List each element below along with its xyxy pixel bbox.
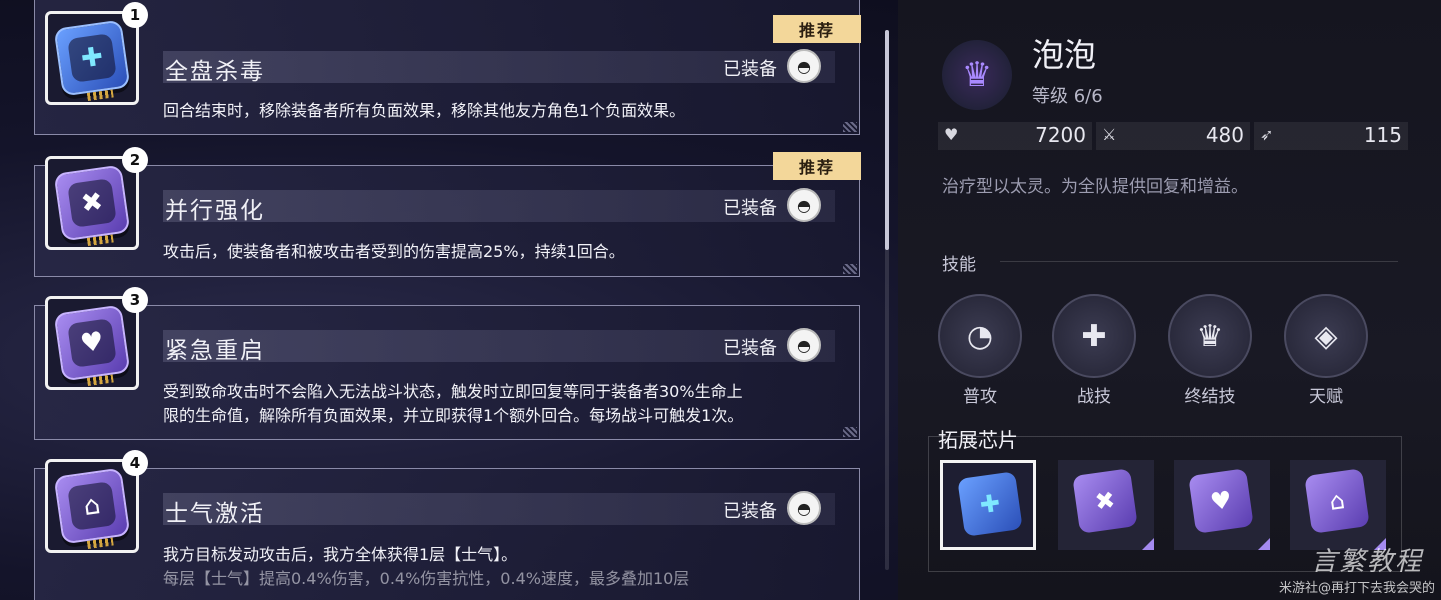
character-level: 等级 6/6	[1032, 86, 1103, 107]
chip-list-panel[interactable]: 推荐 1 ✚ 全盘杀毒 已装备 ◓ 回合结束时，移除装备者所有负面效果，移除其他…	[0, 0, 880, 600]
normal-attack-icon: ◔	[938, 294, 1022, 378]
chip-icon-frame: 4 ⌂	[45, 450, 148, 553]
shield-cross-icon: ✚	[67, 33, 117, 83]
chip-icon: ♥	[53, 304, 131, 386]
equipped-chip-slot-1[interactable]: ✚	[940, 460, 1036, 550]
equipped-chip-slot-3[interactable]: ♥	[1174, 460, 1270, 550]
chip-name: 并行强化	[165, 198, 265, 224]
chip-icon-frame: 1 ✚	[45, 2, 148, 105]
skill-battle[interactable]: ✚ 战技	[1052, 294, 1136, 407]
heart-cross-icon: ♥	[67, 318, 117, 368]
sword-icon: ⚔	[1102, 125, 1117, 144]
stat-attack: ⚔ 480	[1096, 122, 1250, 150]
chip-description: 回合结束时，移除装备者所有负面效果，移除其他友方角色1个负面效果。	[163, 101, 686, 120]
heart-cross-icon: ✚	[1052, 294, 1136, 378]
chip-card-4[interactable]: 4 ⌂ 士气激活 已装备 ◓ 我方目标发动攻击后，我方全体获得1层【士气】。 每…	[34, 450, 860, 600]
equipped-chip-slot-4[interactable]: ⌂	[1290, 460, 1386, 550]
skill-talent[interactable]: ◈ 天赋	[1284, 294, 1368, 407]
chip-pins	[86, 234, 114, 246]
chip-card-1[interactable]: 推荐 1 ✚ 全盘杀毒 已装备 ◓ 回合结束时，移除装备者所有负面效果，移除其他…	[34, 0, 861, 135]
stat-speed: ➶ 115	[1254, 122, 1408, 150]
equipped-character-icon[interactable]: ◓	[787, 188, 821, 222]
equipped-status: 已装备	[723, 59, 777, 80]
stat-value: 480	[1205, 123, 1244, 147]
chip-pins	[86, 89, 114, 101]
shield-cross-icon: ✚	[957, 471, 1023, 537]
equipped-status: 已装备	[723, 501, 777, 522]
chip-number-badge: 3	[122, 287, 148, 313]
chip-icon: ✖	[53, 164, 131, 246]
character-stats: ♥ 7200 ⚔ 480 ➶ 115	[938, 122, 1408, 150]
chip-icon-frame: 2 ✖	[45, 147, 148, 250]
stat-value: 115	[1363, 123, 1402, 147]
chip-description: 攻击后，使装备者和被攻击者受到的伤害提高25%，持续1回合。	[163, 242, 625, 261]
skill-ultimate[interactable]: ♛ 终结技	[1168, 294, 1252, 407]
ultimate-crown-icon: ♛	[1168, 294, 1252, 378]
chip-icon: ⌂	[53, 467, 131, 549]
slot-corner-marker	[1258, 538, 1270, 550]
morale-house-icon: ⌂	[67, 481, 117, 531]
scrollbar-thumb[interactable]	[885, 30, 889, 250]
chip-name: 全盘杀毒	[165, 59, 265, 85]
stat-hp: ♥ 7200	[938, 122, 1092, 150]
recommend-badge: 推荐	[773, 152, 861, 180]
chip-name-bar: 全盘杀毒 已装备 ◓	[163, 49, 835, 85]
equipped-chip-slot-2[interactable]: ✖	[1058, 460, 1154, 550]
chip-name-bar: 士气激活 已装备 ◓	[163, 491, 835, 527]
equipped-character-icon[interactable]: ◓	[787, 328, 821, 362]
chip-name: 紧急重启	[165, 338, 265, 364]
section-divider	[1000, 261, 1398, 262]
chip-icon: ✚	[53, 19, 131, 101]
watermark-logo-text: 言繁教程	[1310, 547, 1423, 577]
boot-icon: ➶	[1260, 125, 1274, 144]
slot-corner-marker	[1142, 538, 1154, 550]
chip-card-3[interactable]: 3 ♥ 紧急重启 已装备 ◓ 受到致命攻击时不会陷入无法战斗状态，触发时立即回复…	[34, 287, 860, 440]
chip-icon-frame: 3 ♥	[45, 287, 148, 390]
skill-normal-attack[interactable]: ◔ 普攻	[938, 294, 1022, 407]
crossed-swords-icon: ✖	[1072, 468, 1138, 534]
character-emblem-icon: ♛	[942, 40, 1012, 110]
equipped-character-icon[interactable]: ◓	[787, 49, 821, 83]
heart-icon: ♥	[944, 125, 959, 144]
watermark-credit: 米游社@再打下去我会哭的	[1278, 581, 1435, 596]
chip-name-bar: 并行强化 已装备 ◓	[163, 188, 835, 224]
expansion-chips-title: 拓展芯片	[938, 428, 1018, 452]
talent-icon: ◈	[1284, 294, 1368, 378]
crossed-swords-icon: ✖	[67, 178, 117, 228]
skills-section-title: 技能	[942, 255, 976, 275]
chip-pins	[86, 537, 114, 549]
skill-label: 普攻	[963, 387, 997, 407]
chip-number-badge: 4	[122, 450, 148, 476]
chip-description: 受到致命攻击时不会陷入无法战斗状态，触发时立即回复等同于装备者30%生命上 限的…	[163, 382, 744, 425]
character-detail-panel: ♛ 泡泡 等级 6/6 ♥ 7200 ⚔ 480 ➶ 115 治疗型以太灵。为全…	[898, 0, 1441, 600]
chip-name: 士气激活	[165, 501, 265, 527]
character-name: 泡泡	[1032, 36, 1097, 74]
equipped-status: 已装备	[723, 198, 777, 219]
morale-house-icon: ⌂	[1304, 468, 1370, 534]
chip-name-bar: 紧急重启 已装备 ◓	[163, 328, 835, 364]
character-description: 治疗型以太灵。为全队提供回复和增益。	[942, 177, 1248, 197]
chip-number-badge: 1	[122, 2, 148, 28]
chip-number-badge: 2	[122, 147, 148, 173]
equipped-character-icon[interactable]: ◓	[787, 491, 821, 525]
equipped-status: 已装备	[723, 338, 777, 359]
chip-pins	[86, 374, 114, 386]
skill-label: 天赋	[1309, 387, 1343, 407]
chip-description: 我方目标发动攻击后，我方全体获得1层【士气】。 每层【士气】提高0.4%伤害，0…	[163, 545, 690, 588]
skill-label: 终结技	[1184, 387, 1236, 407]
recommend-badge: 推荐	[773, 15, 861, 43]
chip-list-scrollbar[interactable]	[885, 30, 889, 570]
chip-card-2[interactable]: 推荐 2 ✖ 并行强化 已装备 ◓ 攻击后，使装备者和被攻击者受到的伤害提高25…	[34, 147, 861, 277]
skill-label: 战技	[1077, 387, 1111, 407]
heart-cross-icon: ♥	[1188, 468, 1254, 534]
stat-value: 7200	[1035, 123, 1086, 147]
